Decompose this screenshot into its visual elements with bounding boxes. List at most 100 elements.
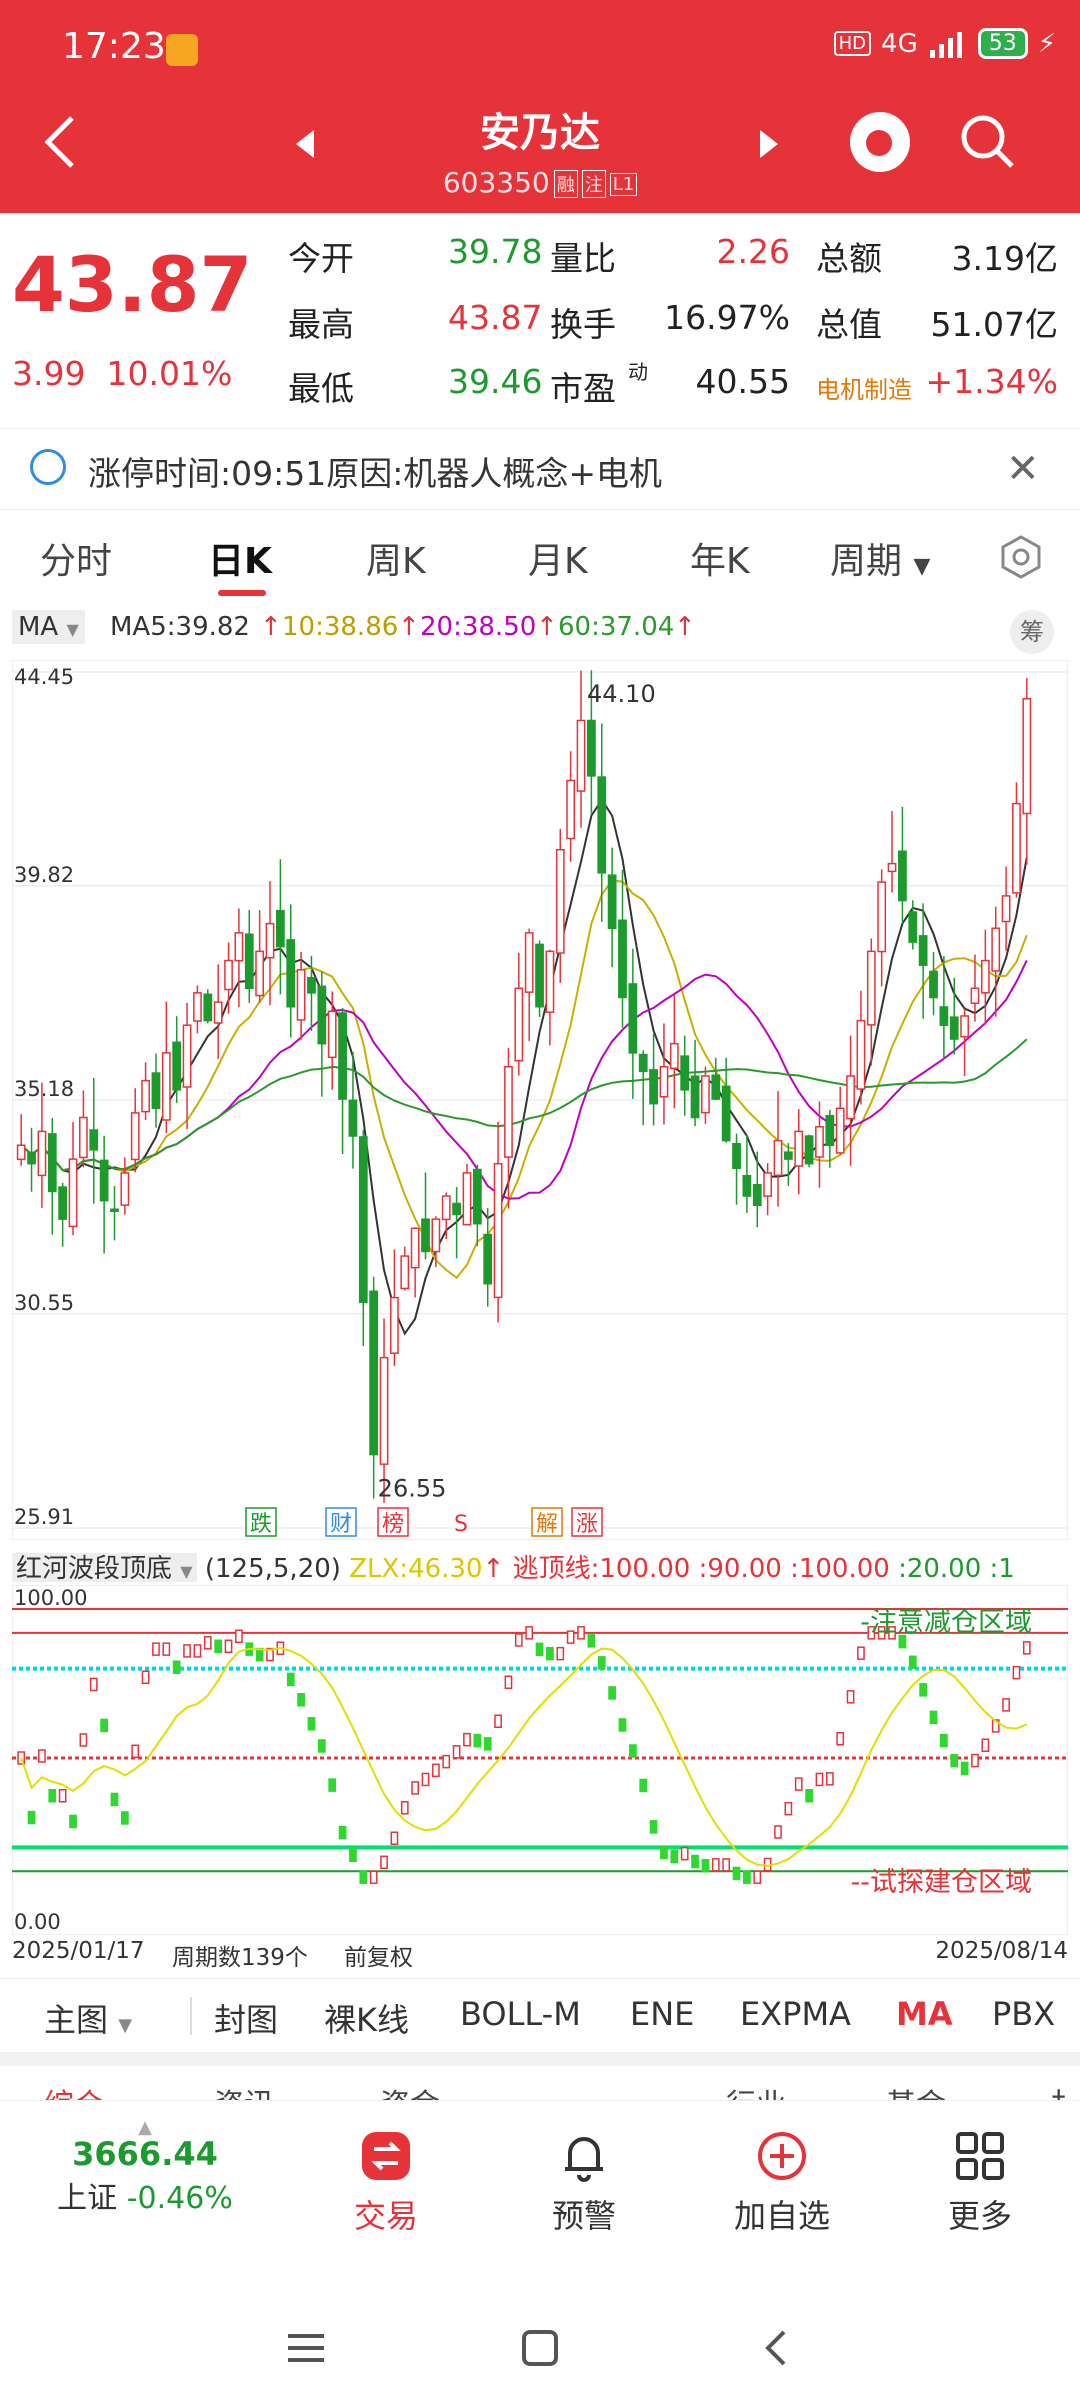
candle-body — [1012, 802, 1021, 894]
tab-intraday[interactable]: 分时 — [40, 532, 112, 584]
candle-body — [348, 1099, 358, 1137]
industry-link[interactable]: 电机制造 — [816, 370, 912, 405]
indicator-bar — [774, 1825, 782, 1839]
peek-tab[interactable]: 资讯 — [214, 2080, 274, 2102]
indicator-bar — [514, 1633, 523, 1647]
candle-body — [379, 1356, 389, 1465]
index-change-row: 上证 -0.46% — [40, 2173, 250, 2217]
candle-body — [421, 1218, 430, 1253]
indicator-bar — [919, 1683, 928, 1697]
candle-body — [815, 1126, 824, 1158]
peek-tab[interactable]: 行业 — [726, 2080, 786, 2102]
indicator-chart[interactable]: 100.00 0.00 -注意减仓区域 --试探建仓区域 — [12, 1585, 1068, 1935]
indicator-bar — [214, 1639, 223, 1654]
period-count: 周期数139个 — [172, 1945, 308, 1971]
limit-up-notice[interactable]: 涨停时间:09:51原因:机器人概念+电机 ✕ — [0, 428, 1080, 510]
tool-pbx[interactable]: PBX — [992, 1995, 1055, 2033]
tool-naked-k[interactable]: 裸K线 — [324, 1995, 409, 2041]
next-stock-arrow-icon[interactable] — [760, 130, 778, 158]
peek-tab[interactable]: 扌 — [1050, 2080, 1080, 2102]
candle-body — [79, 1116, 88, 1159]
tool-ma[interactable]: MA — [896, 1995, 953, 2033]
tab-period[interactable]: 周期 ▼ — [830, 532, 930, 584]
indicator-bar — [473, 1733, 482, 1748]
indicator-bar — [680, 1846, 689, 1861]
indicator-bar — [1002, 1698, 1010, 1712]
candle-body — [898, 850, 907, 902]
info-tabs-peek: 综合 资讯 资金 行业 基金 扌 — [0, 2072, 1080, 2102]
chevron-down-icon: ▼ — [180, 1562, 193, 1581]
tool-label: 主图 — [44, 2001, 109, 2039]
divider — [190, 1997, 192, 2035]
candle-body — [358, 1136, 368, 1303]
candle-body — [783, 1151, 793, 1160]
candle-body — [846, 1075, 855, 1120]
candle-body — [37, 1130, 47, 1177]
event-marker-label: 榜 — [382, 1512, 404, 1537]
main-chart-selector[interactable]: 主图 ▼ — [44, 1995, 132, 2041]
ma-selector[interactable]: MA ▼ — [12, 610, 85, 644]
nav-trade-label: 交易 — [353, 2197, 418, 2235]
candle-body — [856, 1019, 866, 1090]
candle-body — [835, 1107, 845, 1154]
nav-add-watchlist[interactable]: 加自选 — [702, 2129, 862, 2237]
tab-monthly[interactable]: 月K — [528, 532, 588, 584]
candle-body — [296, 969, 306, 1021]
tool-boll-m[interactable]: BOLL-M — [460, 1995, 581, 2033]
tool-ene[interactable]: ENE — [630, 1995, 694, 2033]
nav-alert[interactable]: 预警 — [504, 2129, 664, 2237]
tool-seal-chart[interactable]: 封图 — [214, 1995, 278, 2041]
quote-label: 市盈 — [550, 369, 616, 408]
candle-body — [877, 881, 887, 953]
assistant-mascot-icon[interactable] — [850, 112, 910, 172]
menu-icon[interactable] — [286, 2328, 326, 2368]
indicator-selector[interactable]: 红河波段顶底 ▼ — [12, 1553, 197, 1582]
charging-icon: ⚡ — [1037, 28, 1056, 59]
candle-body — [514, 987, 524, 1062]
tab-daily[interactable]: 日K — [208, 532, 272, 584]
candle-body — [732, 1142, 741, 1170]
kline-chart[interactable]: 44.45 39.82 35.18 30.55 25.91 44.10 26.55 跌 财 榜 S… — [12, 660, 1068, 1540]
event-marker-label: 财 — [330, 1512, 352, 1537]
indicator-bar — [628, 1744, 637, 1758]
hexagon-settings-icon[interactable] — [998, 534, 1044, 580]
registration-tag: 注 — [581, 170, 606, 198]
indicator-bar — [369, 1870, 378, 1884]
indicator-bar — [566, 1630, 575, 1644]
indicator-bar — [981, 1738, 990, 1752]
candle-body — [1001, 895, 1011, 923]
back-icon[interactable] — [756, 2328, 796, 2368]
peek-tab[interactable]: 综合 — [44, 2080, 104, 2102]
chip-distribution-button[interactable]: 筹 — [1010, 610, 1054, 654]
close-icon[interactable]: ✕ — [1006, 449, 1040, 489]
peek-tab[interactable]: 资金 — [380, 2080, 440, 2102]
candle-body — [970, 987, 980, 1004]
indicator-bar — [908, 1655, 917, 1670]
nav-trade[interactable]: 交易 — [306, 2129, 466, 2237]
candle-body — [866, 950, 876, 1026]
indicator-bar — [338, 1825, 347, 1840]
tab-weekly[interactable]: 周K — [366, 532, 426, 584]
candle-body — [275, 909, 285, 948]
search-icon[interactable] — [958, 112, 1016, 170]
quote-label: 今开 — [288, 239, 354, 278]
indicator-bar — [753, 1870, 762, 1884]
indicator-bar — [960, 1761, 969, 1776]
candle-body — [400, 1255, 410, 1290]
indicator-bar — [286, 1672, 295, 1687]
candle-body — [524, 932, 534, 993]
network-label: 4G — [881, 28, 918, 59]
quote-label: 总额 — [816, 239, 882, 278]
tool-expma[interactable]: EXPMA — [740, 1995, 851, 2033]
market-index[interactable]: ▲ 3666.44 上证 -0.46% — [40, 2119, 250, 2217]
home-icon[interactable] — [520, 2328, 560, 2368]
nav-more[interactable]: 更多 — [900, 2129, 1060, 2237]
candle-body — [286, 939, 296, 1008]
candle-body — [918, 935, 928, 966]
ma60-value: 60:37.04 — [558, 612, 675, 642]
candle-body — [16, 1144, 26, 1161]
index-name: 上证 — [57, 2181, 118, 2216]
tab-yearly[interactable]: 年K — [690, 532, 750, 584]
y-tick-label: 25.91 — [14, 1505, 74, 1529]
peek-tab[interactable]: 基金 — [886, 2080, 946, 2102]
